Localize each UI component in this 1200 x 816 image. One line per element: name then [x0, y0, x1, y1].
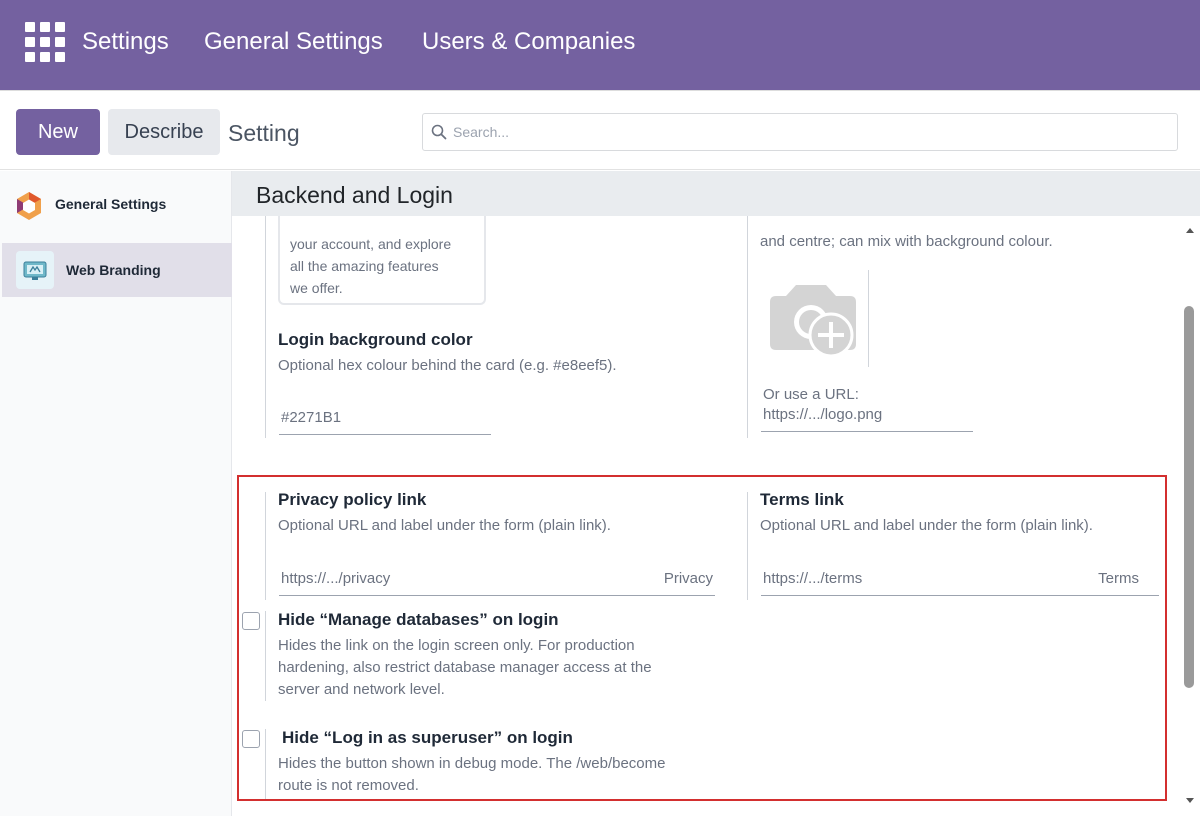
top-navbar: Settings General Settings Users & Compan… [0, 0, 1200, 90]
search-input[interactable] [453, 120, 1153, 144]
search-icon [431, 124, 447, 140]
desc-line: server and network level. [278, 681, 445, 698]
setting-divider [747, 216, 748, 438]
apps-menu-icon[interactable] [25, 22, 67, 62]
login-bg-color-title: Login background color [278, 330, 473, 349]
setting-divider [265, 729, 266, 799]
scroll-down-arrow-icon[interactable] [1186, 798, 1194, 803]
card-text-line: your account, and explore [290, 236, 452, 252]
settings-content: your account, and explore all the amazin… [232, 216, 1184, 816]
desc-line: Hides the link on the login screen only.… [278, 637, 635, 654]
hide-superuser-desc: Hides the button shown in debug mode. Th… [278, 753, 665, 797]
hide-databases-title: Hide “Manage databases” on login [278, 610, 559, 629]
setting-divider [747, 492, 748, 600]
card-text-line: all the amazing features [290, 258, 439, 274]
terms-label-input[interactable]: Terms [1098, 570, 1139, 587]
card-text-line: we offer. [290, 280, 343, 296]
scrollbar-thumb[interactable] [1184, 306, 1194, 688]
web-branding-icon [16, 251, 54, 289]
settings-sidebar: General Settings Web Branding [0, 171, 232, 816]
section-header: Backend and Login [232, 171, 1200, 216]
menu-general-settings[interactable]: General Settings [204, 28, 383, 56]
privacy-url-field[interactable]: https://.../privacy Privacy [279, 570, 715, 596]
login-card-preview: your account, and explore all the amazin… [278, 216, 486, 305]
login-bg-color-field[interactable]: #2271B1 [279, 409, 491, 435]
logo-desc: and centre; can mix with background colo… [760, 233, 1053, 250]
search-bar[interactable] [422, 113, 1178, 151]
sidebar-item-label: General Settings [55, 196, 167, 212]
hide-databases-desc: Hides the link on the login screen only.… [278, 635, 652, 701]
terms-url-input[interactable]: https://.../terms [763, 570, 862, 587]
control-panel: New Describe Setting [0, 90, 1200, 170]
new-button[interactable]: New [16, 109, 100, 155]
content-scrollbar[interactable] [1184, 216, 1200, 816]
privacy-url-input[interactable]: https://.../privacy [281, 570, 390, 587]
hide-superuser-title: Hide “Log in as superuser” on login [282, 728, 573, 747]
desc-line: Hides the button shown in debug mode. Th… [278, 755, 666, 772]
page-title: Setting [228, 120, 300, 146]
terms-desc: Optional URL and label under the form (p… [760, 517, 1093, 534]
desc-line: hardening, also restrict database manage… [278, 659, 652, 676]
logo-url-field[interactable]: https://.../logo.png [761, 406, 973, 432]
privacy-desc: Optional URL and label under the form (p… [278, 517, 611, 534]
describe-button[interactable]: Describe [108, 109, 220, 155]
terms-url-field[interactable]: https://.../terms Terms [761, 570, 1159, 596]
section-title: Backend and Login [256, 182, 453, 208]
privacy-title: Privacy policy link [278, 490, 427, 509]
setting-divider [265, 492, 266, 600]
setting-divider [265, 216, 266, 438]
setting-divider [265, 611, 266, 701]
sidebar-item-web-branding[interactable]: Web Branding [2, 243, 232, 297]
privacy-label-input[interactable]: Privacy [664, 570, 713, 587]
sidebar-item-label: Web Branding [66, 262, 161, 278]
desc-line: route is not removed. [278, 777, 419, 794]
app-name-settings[interactable]: Settings [82, 28, 169, 56]
login-bg-color-desc: Optional hex colour behind the card (e.g… [278, 357, 617, 374]
image-divider [868, 270, 869, 367]
camera-upload-icon[interactable] [768, 282, 860, 360]
logo-url-label: Or use a URL: [763, 386, 859, 403]
menu-users-companies[interactable]: Users & Companies [422, 28, 635, 56]
terms-title: Terms link [760, 490, 844, 509]
scroll-up-arrow-icon[interactable] [1186, 228, 1194, 233]
sidebar-item-general-settings[interactable]: General Settings [2, 177, 232, 231]
odoo-logo-icon [17, 192, 41, 220]
hide-superuser-checkbox[interactable] [242, 730, 260, 748]
hide-databases-checkbox[interactable] [242, 612, 260, 630]
